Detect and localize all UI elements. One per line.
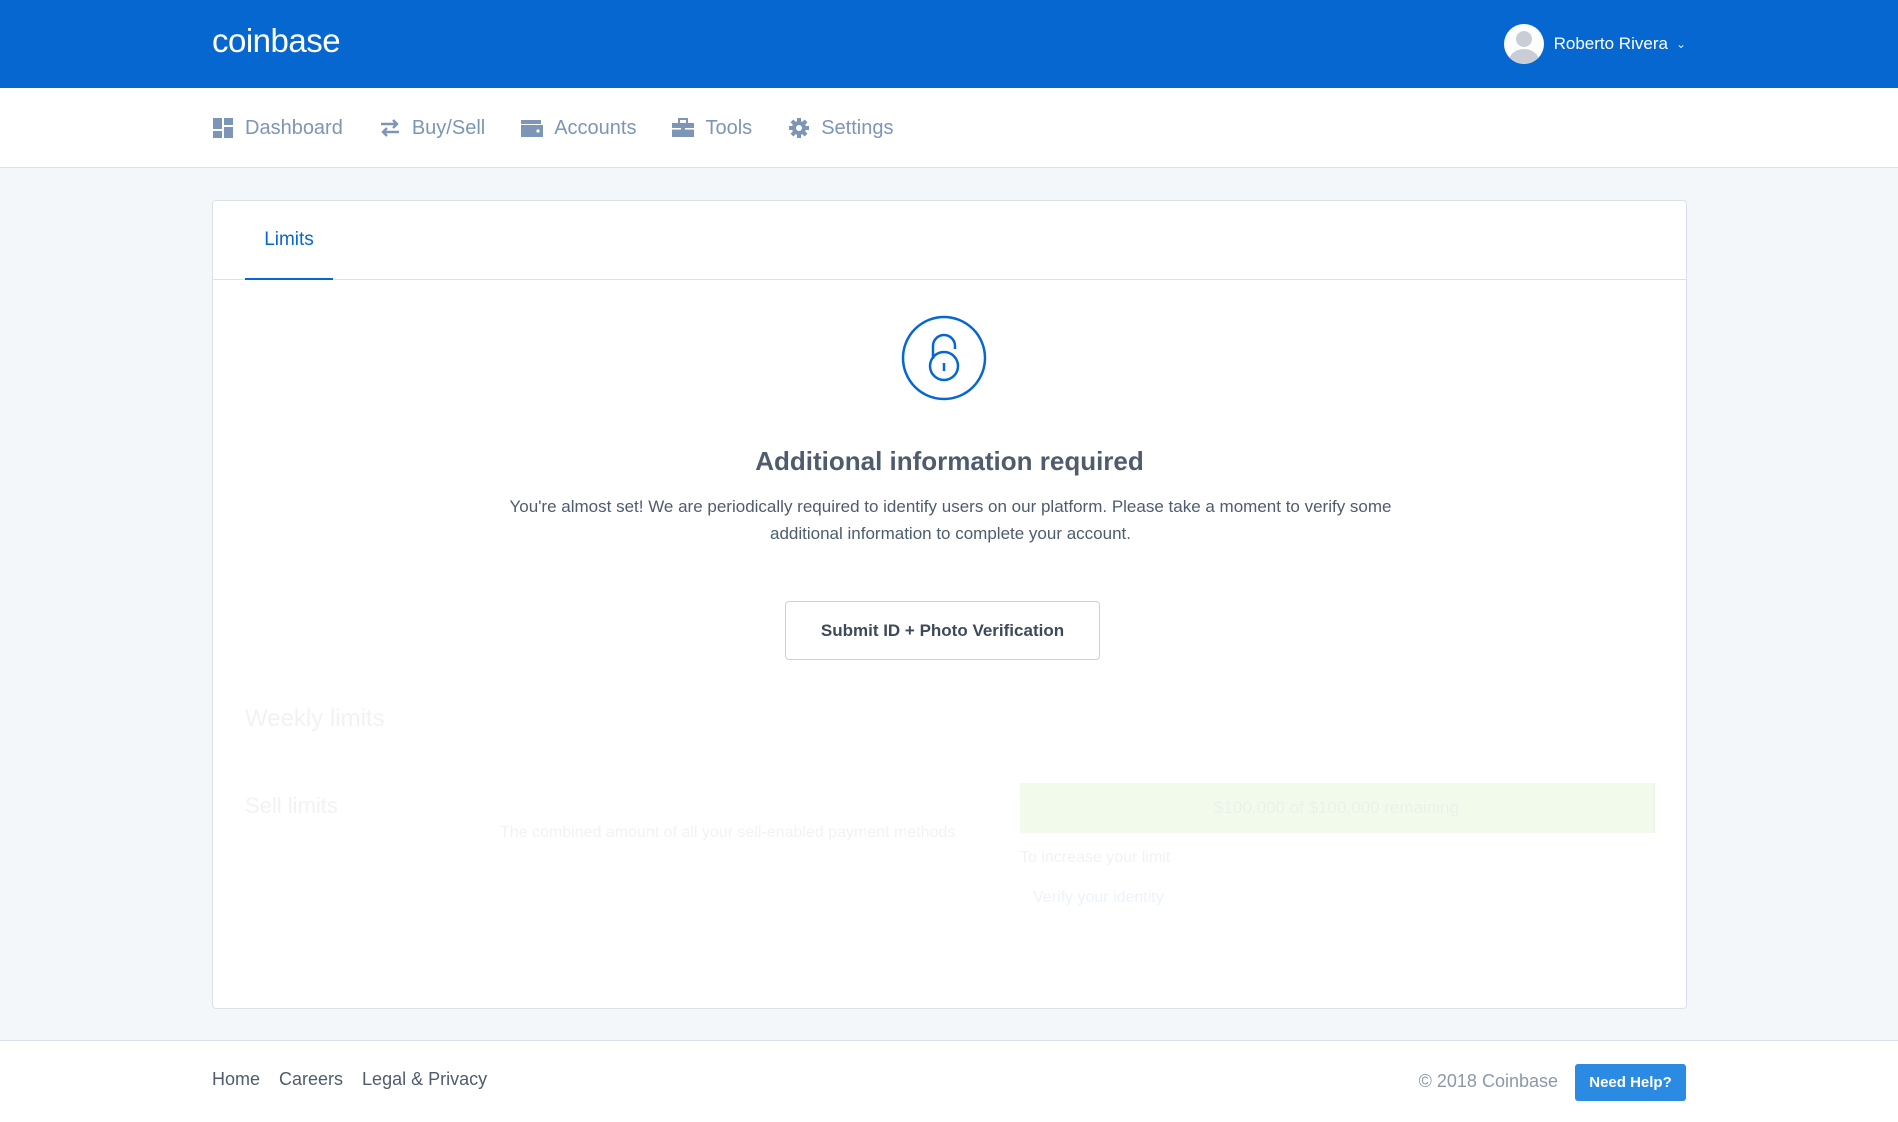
verification-heading: Additional information required: [755, 446, 1144, 476]
top-bar: coinbase Roberto Rivera ⌄: [0, 0, 1898, 88]
swap-arrows-icon: [379, 117, 401, 139]
submit-id-verification-button[interactable]: Submit ID + Photo Verification: [785, 601, 1100, 660]
sell-limits-description: The combined amount of all your sell-ena…: [500, 824, 956, 841]
chevron-down-icon: ⌄: [1675, 37, 1686, 51]
nav-label-settings: Settings: [821, 116, 894, 139]
nav-item-accounts[interactable]: Accounts: [521, 117, 636, 140]
dashboard-icon: [212, 117, 234, 139]
limit-remaining-bar: $100,000 of $100,000 remaining: [1020, 783, 1655, 833]
sell-limits-title: Sell limits: [245, 793, 338, 818]
nav-label-dashboard: Dashboard: [245, 116, 343, 139]
footer-link-legal[interactable]: Legal & Privacy: [362, 1069, 487, 1090]
verify-identity-link: Verify your identity: [1033, 889, 1164, 906]
verification-message: You're almost set! We are periodically r…: [509, 497, 1392, 543]
briefcase-icon: [672, 117, 695, 139]
wallet-icon: [521, 117, 544, 139]
tab-limits[interactable]: Limits: [245, 201, 333, 280]
coinbase-logo[interactable]: coinbase: [212, 22, 341, 60]
lock-icon: [901, 315, 987, 406]
gear-icon: [788, 117, 810, 139]
increase-limit-text: To increase your limit: [1020, 849, 1171, 866]
nav-item-dashboard[interactable]: Dashboard: [212, 117, 343, 140]
limit-remaining-text: $100,000 of $100,000 remaining: [1214, 798, 1459, 817]
limits-card: Limits Additional information required Y…: [212, 200, 1687, 1009]
nav-item-settings[interactable]: Settings: [788, 117, 893, 140]
nav-label-buy-sell: Buy/Sell: [411, 116, 486, 139]
tab-bar: Limits: [213, 201, 1686, 280]
footer-link-careers[interactable]: Careers: [279, 1069, 343, 1090]
user-menu[interactable]: Roberto Rivera ⌄: [1503, 24, 1686, 64]
nav-label-tools: Tools: [705, 116, 753, 139]
weekly-limits-title: Weekly limits: [245, 705, 385, 732]
nav-item-buy-sell[interactable]: Buy/Sell: [379, 117, 485, 140]
nav-label-accounts: Accounts: [554, 116, 637, 139]
user-name: Roberto Rivera: [1553, 34, 1668, 53]
need-help-button[interactable]: Need Help?: [1575, 1064, 1686, 1101]
nav-item-tools[interactable]: Tools: [672, 117, 752, 140]
main-nav: Dashboard Buy/Sell Accounts Tools Settin…: [0, 88, 1898, 168]
avatar: [1503, 24, 1544, 64]
footer: Home Careers Legal & Privacy © 2018 Coin…: [0, 1040, 1898, 1122]
copyright: © 2018 Coinbase: [1418, 1071, 1558, 1091]
footer-link-home[interactable]: Home: [212, 1069, 260, 1090]
